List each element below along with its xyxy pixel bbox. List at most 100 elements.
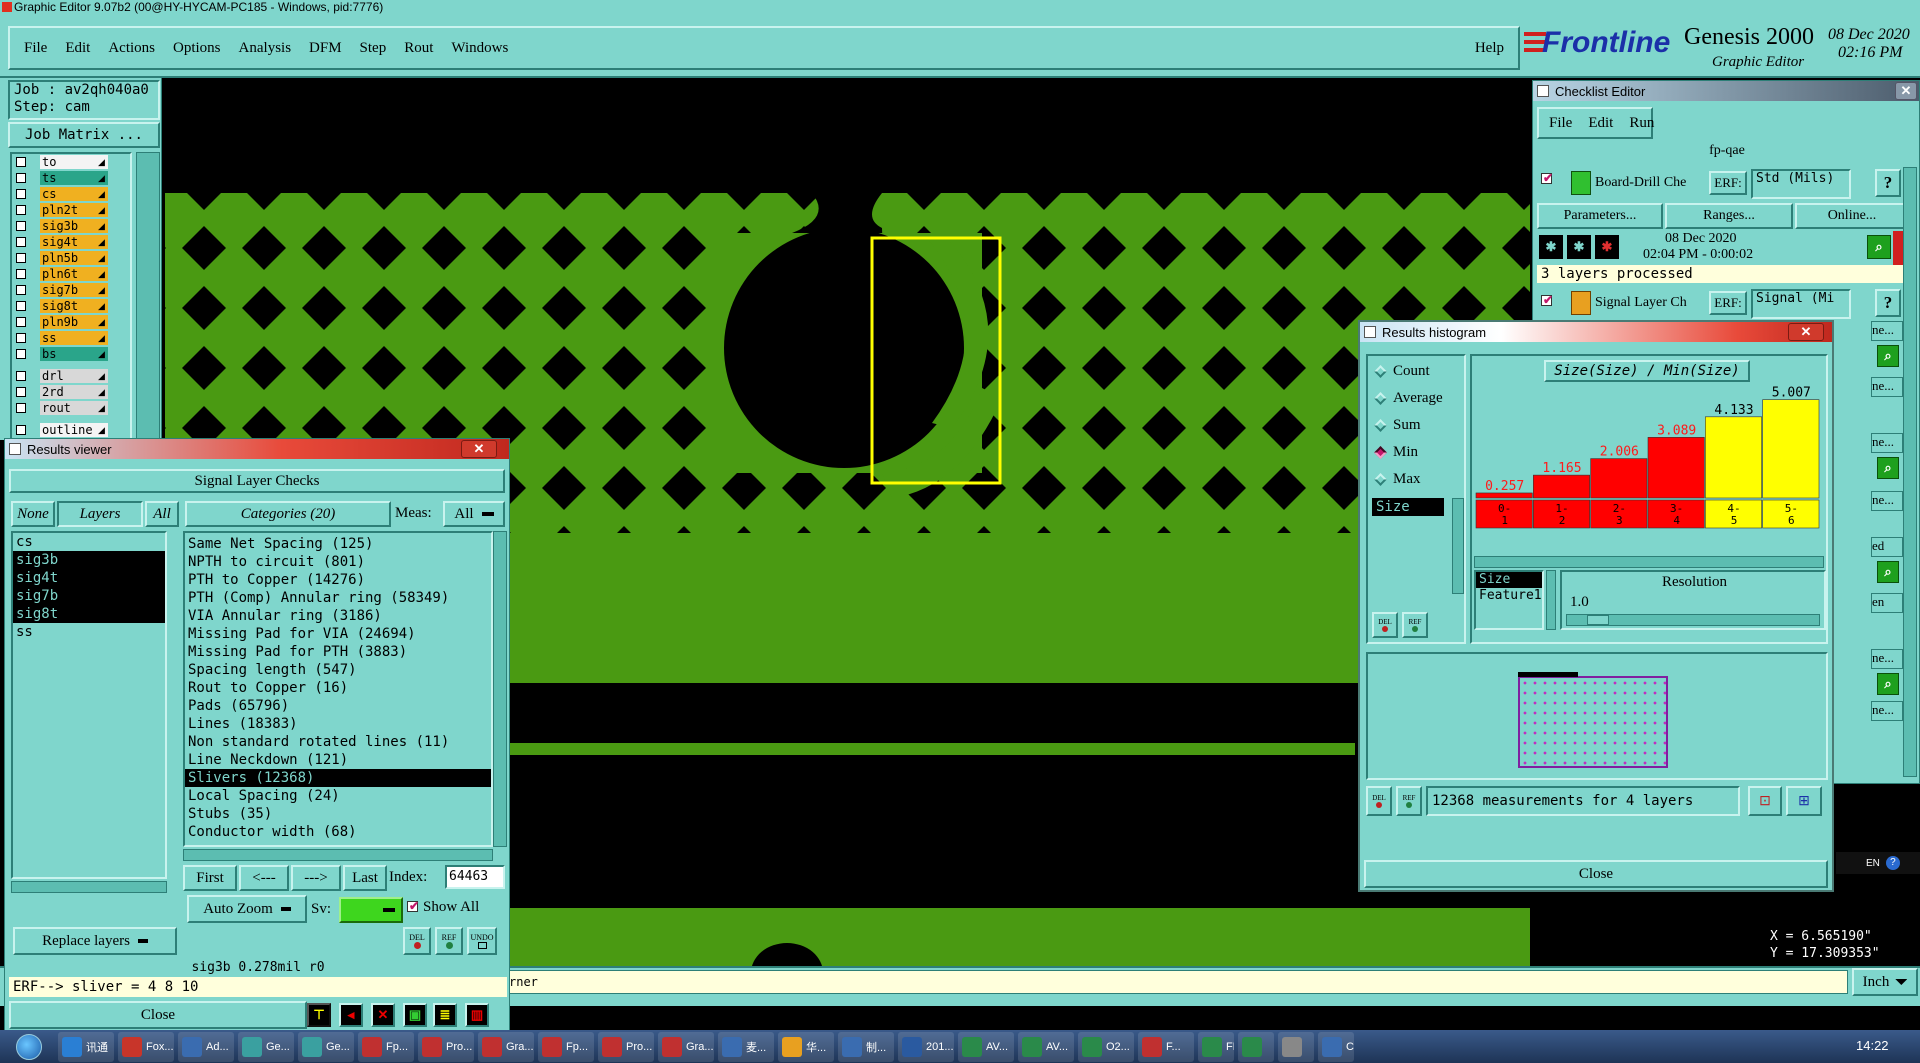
- checklist-scrollbar[interactable]: [1903, 167, 1917, 777]
- result-layer-item[interactable]: sig4t: [13, 569, 165, 587]
- layer-arrow-icon[interactable]: ◢: [98, 157, 105, 168]
- next-button[interactable]: --->: [291, 865, 341, 891]
- replace-layers-selector[interactable]: Replace layers: [13, 927, 177, 955]
- checklist-titlebar[interactable]: Checklist Editor ✕: [1533, 81, 1919, 101]
- checklist-menu-edit[interactable]: Edit: [1588, 115, 1613, 132]
- mode-average-radio[interactable]: Average: [1372, 387, 1464, 409]
- start-button[interactable]: [4, 1031, 54, 1062]
- layer-row[interactable]: cs ◢: [12, 186, 130, 202]
- checklist-menu-file[interactable]: File: [1549, 115, 1572, 132]
- category-item[interactable]: PTH to Copper (14276): [185, 571, 491, 589]
- check2-erf-value[interactable]: Signal (Mi: [1751, 289, 1851, 319]
- window-titlebar[interactable]: Graphic Editor 9.07b2 (00@HY-HYCAM-PC185…: [0, 0, 1920, 14]
- auto-zoom-selector[interactable]: Auto Zoom: [187, 895, 307, 923]
- menu-rout[interactable]: Rout: [404, 40, 433, 57]
- layer-row[interactable]: pln5b ◢: [12, 250, 130, 266]
- checklist-row-label[interactable]: ne...: [1871, 491, 1903, 511]
- zoom-icon[interactable]: ⌕: [1877, 561, 1899, 583]
- histogram-titlebar[interactable]: Results histogram ✕: [1360, 322, 1832, 342]
- categories-button[interactable]: Categories (20): [185, 501, 391, 527]
- del-button[interactable]: DEL: [403, 927, 431, 955]
- taskbar-item[interactable]: FD...: [1198, 1032, 1234, 1062]
- taskbar-item[interactable]: [1278, 1032, 1314, 1062]
- result-layer-item[interactable]: ss: [13, 623, 165, 641]
- layer-checkbox[interactable]: [16, 333, 26, 343]
- checklist-row-label[interactable]: ne...: [1871, 649, 1903, 669]
- first-button[interactable]: First: [183, 865, 237, 891]
- result-layer-item[interactable]: cs: [13, 533, 165, 551]
- taskbar-item[interactable]: Ad...: [178, 1032, 234, 1062]
- taskbar-item[interactable]: Pro...: [598, 1032, 654, 1062]
- taskbar-item[interactable]: F...: [1138, 1032, 1194, 1062]
- layer-checkbox[interactable]: [16, 425, 26, 435]
- all-button[interactable]: All: [145, 501, 179, 527]
- categories-hscroll[interactable]: [183, 849, 493, 861]
- checklist-row-label[interactable]: ne...: [1871, 701, 1903, 721]
- layer-row[interactable]: rout ◢: [12, 400, 130, 416]
- resolution-slider[interactable]: [1566, 614, 1820, 626]
- checklist-row-label[interactable]: ne...: [1871, 321, 1903, 341]
- undo-button[interactable]: UNDO: [467, 927, 497, 955]
- prev-button[interactable]: <---: [239, 865, 289, 891]
- layer-checkbox[interactable]: [16, 189, 26, 199]
- attribute-scrollbar[interactable]: [1546, 570, 1556, 630]
- layer-arrow-icon[interactable]: ◢: [98, 173, 105, 184]
- layer-row[interactable]: ts ◢: [12, 170, 130, 186]
- menu-windows[interactable]: Windows: [451, 40, 508, 57]
- zoom-to-icon[interactable]: ⊡: [1748, 786, 1782, 816]
- run-all-icon[interactable]: ✱: [1567, 235, 1591, 259]
- menu-options[interactable]: Options: [173, 40, 221, 57]
- category-item[interactable]: Conductor width (68): [185, 823, 491, 841]
- layer-checkbox[interactable]: [16, 349, 26, 359]
- index-field[interactable]: 64463: [445, 865, 505, 889]
- result-layer-item[interactable]: sig8t: [13, 605, 165, 623]
- del-button[interactable]: DEL: [1372, 612, 1398, 638]
- layer-arrow-icon[interactable]: ◢: [98, 205, 105, 216]
- zoom-icon[interactable]: ⌕: [1867, 235, 1891, 259]
- histogram-bar[interactable]: [1762, 399, 1820, 499]
- measure-icon[interactable]: ⊤: [307, 1003, 331, 1027]
- taskbar-item[interactable]: Ge...: [298, 1032, 354, 1062]
- check1-enable-checkbox[interactable]: ✔: [1541, 171, 1553, 185]
- category-item[interactable]: Line Neckdown (121): [185, 751, 491, 769]
- zoom-icon[interactable]: ⌕: [1877, 457, 1899, 479]
- category-item[interactable]: NPTH to circuit (801): [185, 553, 491, 571]
- stop-icon[interactable]: ✱: [1595, 235, 1619, 259]
- mode-count-radio[interactable]: Count: [1372, 360, 1464, 382]
- layer-checkbox[interactable]: [16, 285, 26, 295]
- layer-row[interactable]: pln6t ◢: [12, 266, 130, 282]
- checklist-row-label[interactable]: ne...: [1871, 377, 1903, 397]
- category-item[interactable]: PTH (Comp) Annular ring (58349): [185, 589, 491, 607]
- layer-row[interactable]: drl ◢: [12, 368, 130, 384]
- close-button[interactable]: Close: [9, 1001, 307, 1029]
- category-item[interactable]: Slivers (12368): [185, 769, 491, 787]
- category-item[interactable]: Pads (65796): [185, 697, 491, 715]
- histogram-chart[interactable]: 0.2570-11.1651-22.0062-33.0893-44.1334-5…: [1472, 386, 1826, 556]
- layer-arrow-icon[interactable]: ◢: [98, 333, 105, 344]
- zoom-icon[interactable]: ⌕: [1877, 673, 1899, 695]
- taskbar-item[interactable]: 华...: [778, 1032, 834, 1062]
- menu-analysis[interactable]: Analysis: [239, 40, 292, 57]
- last-button[interactable]: Last: [343, 865, 387, 891]
- close-icon[interactable]: ✕: [1895, 82, 1917, 100]
- histogram-bar[interactable]: [1647, 437, 1705, 499]
- board-preview[interactable]: [1366, 652, 1828, 780]
- del-button[interactable]: DEL: [1366, 786, 1392, 816]
- categories-list[interactable]: Same Net Spacing (125) NPTH to circuit (8…: [183, 531, 493, 847]
- ref-button[interactable]: REF: [1402, 612, 1428, 638]
- check1-name[interactable]: Board-Drill Che: [1595, 175, 1686, 191]
- zoom-icon[interactable]: ⌕: [1877, 345, 1899, 367]
- histogram-bar[interactable]: [1590, 458, 1648, 499]
- histogram-bar[interactable]: [1533, 474, 1590, 499]
- show-all-checkbox[interactable]: ✔: [407, 899, 419, 913]
- layer-row[interactable]: pln9b ◢: [12, 314, 130, 330]
- mode-scrollbar[interactable]: [1452, 498, 1464, 594]
- layer-row[interactable]: pln2t ◢: [12, 202, 130, 218]
- layer-arrow-icon[interactable]: ◢: [98, 317, 105, 328]
- layer-checkbox[interactable]: [16, 253, 26, 263]
- taskbar-item[interactable]: Fp...: [358, 1032, 414, 1062]
- mode-sum-radio[interactable]: Sum: [1372, 414, 1464, 436]
- taskbar-item[interactable]: [1238, 1032, 1274, 1062]
- layer-row[interactable]: bs ◢: [12, 346, 130, 362]
- category-item[interactable]: Local Spacing (24): [185, 787, 491, 805]
